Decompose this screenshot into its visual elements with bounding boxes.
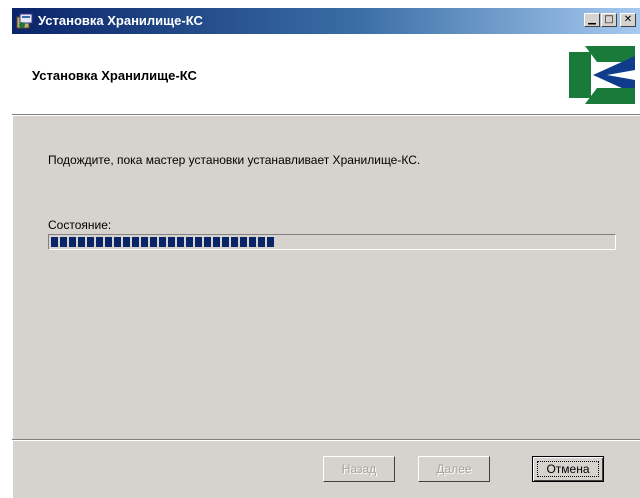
progress-message: Подождите, пока мастер установки устанав… — [48, 153, 421, 167]
progress-segment — [204, 237, 211, 247]
progress-segment — [60, 237, 67, 247]
progress-segment — [96, 237, 103, 247]
progress-segment — [123, 237, 130, 247]
progress-segment — [168, 237, 175, 247]
next-button[interactable]: Далее — [418, 456, 490, 482]
focus-rect — [537, 461, 599, 477]
progress-segment — [114, 237, 121, 247]
progress-segment — [159, 237, 166, 247]
progress-segment — [87, 237, 94, 247]
header-title: Установка Хранилище-КС — [32, 68, 197, 83]
cancel-button[interactable]: Отмена — [532, 456, 604, 482]
progress-segment — [240, 237, 247, 247]
progress-segment — [150, 237, 157, 247]
title-bar[interactable]: Установка Хранилище-КС ▁ □ ✕ — [12, 8, 640, 34]
maximize-button[interactable]: □ — [601, 13, 617, 27]
header-separator — [12, 114, 640, 116]
progress-segment — [105, 237, 112, 247]
installer-package-icon — [16, 13, 33, 29]
progress-segment — [51, 237, 58, 247]
progress-segment — [222, 237, 229, 247]
window-title: Установка Хранилище-КС — [38, 13, 203, 28]
progress-segment — [249, 237, 256, 247]
progress-segment — [186, 237, 193, 247]
progress-segment — [132, 237, 139, 247]
progress-segment — [78, 237, 85, 247]
installer-window: Установка Хранилище-КС ▁ □ ✕ Установка Х… — [12, 8, 640, 498]
close-icon: ✕ — [623, 14, 633, 25]
progress-segment — [213, 237, 220, 247]
progress-segment — [69, 237, 76, 247]
progress-segment — [177, 237, 184, 247]
kc-logo — [569, 46, 635, 104]
minimize-icon: ▁ — [588, 14, 596, 25]
status-label: Состояние: — [48, 218, 112, 232]
header-banner: Установка Хранилище-КС — [12, 34, 640, 114]
back-button[interactable]: Назад — [323, 456, 395, 482]
progress-segment — [231, 237, 238, 247]
progress-segment — [258, 237, 265, 247]
close-button[interactable]: ✕ — [620, 13, 636, 27]
progress-segment — [195, 237, 202, 247]
installation-progress-bar — [48, 234, 616, 250]
progress-segment — [141, 237, 148, 247]
progress-segment — [267, 237, 274, 247]
minimize-button[interactable]: ▁ — [584, 13, 600, 27]
footer-separator — [12, 439, 640, 441]
maximize-icon: □ — [604, 14, 614, 25]
